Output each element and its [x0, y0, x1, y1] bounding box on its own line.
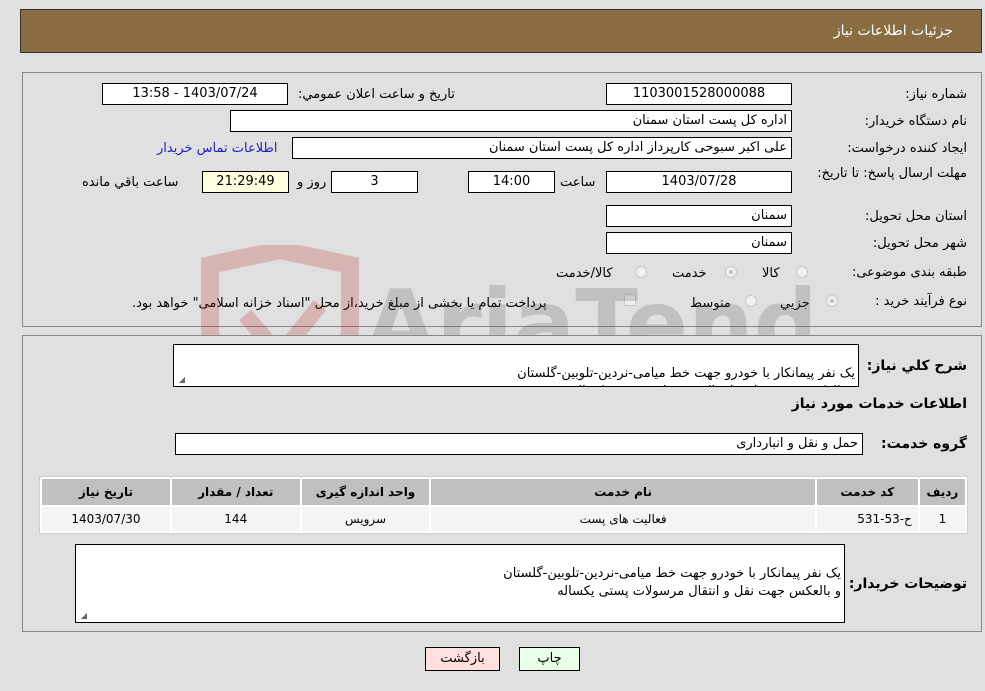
table-header-row: رديف کد خدمت نام خدمت واحد اندازه گيری ت…	[42, 479, 965, 505]
buyer-notes-text: يک نفر پيمانکار با خودرو جهت خط ميامی-نر…	[503, 566, 841, 599]
col-service-name: نام خدمت	[431, 479, 815, 505]
announce-label: تاريخ و ساعت اعلان عمومي:	[298, 87, 455, 102]
page-header: جزئيات اطلاعات نياز	[20, 9, 982, 53]
service-group-label: گروه خدمت:	[881, 436, 967, 452]
category-label: طبقه بندی موضوعی:	[851, 265, 967, 280]
buyer-org-field: اداره کل پست استان سمنان	[230, 110, 792, 132]
need-number-field: 1103001528000088	[606, 83, 792, 105]
cell-service-name: فعاليت های پست	[431, 507, 815, 531]
cell-row: 1	[919, 507, 965, 531]
col-quantity: تعداد / مقدار	[171, 479, 300, 505]
cell-need-date: 1403/07/30	[42, 507, 170, 531]
category-radio-goods-service[interactable]	[635, 266, 647, 278]
category-radio-goods[interactable]	[796, 266, 808, 278]
need-number-label: شماره نياز:	[905, 87, 967, 102]
announce-field: 1403/07/24 - 13:58	[102, 83, 288, 105]
table-row: 1 ح-53-531 فعاليت های پست سرويس 144 1403…	[42, 507, 965, 531]
creator-field: علی اکبر سبوحی کارپرداز اداره کل پست است…	[292, 137, 792, 159]
cell-service-code: ح-53-531	[816, 507, 918, 531]
resize-grip-icon[interactable]: ◢	[177, 376, 185, 384]
page-title: جزئيات اطلاعات نياز	[833, 23, 953, 39]
category-option-service: خدمت	[672, 266, 707, 281]
resize-grip-icon[interactable]: ◢	[79, 612, 87, 620]
deadline-label: مهلت ارسال پاسخ: تا تاريخ:	[817, 166, 967, 181]
deadline-date-field: 1403/07/28	[606, 171, 792, 193]
buyer-notes-textarea[interactable]: يک نفر پيمانکار با خودرو جهت خط ميامی-نر…	[75, 544, 845, 623]
treasury-checkbox[interactable]	[624, 294, 636, 306]
services-table: رديف کد خدمت نام خدمت واحد اندازه گيری ت…	[39, 476, 968, 534]
deadline-time-label: ساعت	[560, 175, 596, 190]
process-label: نوع فرآيند خريد :	[875, 294, 967, 309]
buyer-notes-label: توضيحات خريدار:	[848, 576, 967, 592]
category-radio-service[interactable]	[725, 266, 737, 278]
city-field: سمنان	[606, 232, 792, 254]
service-group-field: حمل و نقل و انبارداری	[175, 433, 863, 455]
city-label: شهر محل تحويل:	[872, 236, 967, 251]
back-button[interactable]: بازگشت	[425, 647, 500, 671]
category-option-goods-service: کالا/خدمت	[556, 266, 613, 281]
col-service-code: کد خدمت	[816, 479, 918, 505]
col-row: رديف	[919, 479, 965, 505]
remaining-label: ساعت باقي مانده	[82, 175, 179, 190]
category-option-goods: کالا	[762, 266, 780, 281]
summary-label: شرح کلي نياز:	[866, 358, 967, 374]
treasury-note: پرداخت تمام يا بخشی از مبلغ خريد،از محل …	[132, 296, 547, 311]
province-label: استان محل تحويل:	[865, 209, 967, 224]
buyer-contact-link[interactable]: اطلاعات تماس خريدار	[157, 141, 277, 156]
process-radio-medium[interactable]	[745, 295, 757, 307]
print-button[interactable]: چاپ	[519, 647, 580, 671]
col-need-date: تاريخ نياز	[42, 479, 170, 505]
col-unit: واحد اندازه گيری	[301, 479, 430, 505]
summary-textarea[interactable]: يک نفر پيمانکار با خودرو جهت خط ميامی-نر…	[173, 344, 859, 387]
days-remaining-field: 3	[331, 171, 418, 193]
buyer-org-label: نام دستگاه خريدار:	[864, 114, 967, 129]
deadline-time-field: 14:00	[468, 171, 555, 193]
creator-label: ايجاد کننده درخواست:	[847, 141, 967, 156]
services-heading: اطلاعات خدمات مورد نياز	[791, 396, 967, 412]
process-option-medium: متوسط	[690, 296, 731, 311]
province-field: سمنان	[606, 205, 792, 227]
cell-unit: سرويس	[301, 507, 430, 531]
process-option-minor: جزيي	[780, 296, 810, 311]
services-table-wrap: رديف کد خدمت نام خدمت واحد اندازه گيری ت…	[39, 476, 968, 534]
cell-quantity: 144	[171, 507, 300, 531]
summary-text: يک نفر پيمانکار با خودرو جهت خط ميامی-نر…	[517, 366, 855, 386]
process-radio-minor[interactable]	[826, 295, 838, 307]
remaining-time-field: 21:29:49	[202, 171, 289, 193]
days-label: روز و	[297, 175, 327, 190]
